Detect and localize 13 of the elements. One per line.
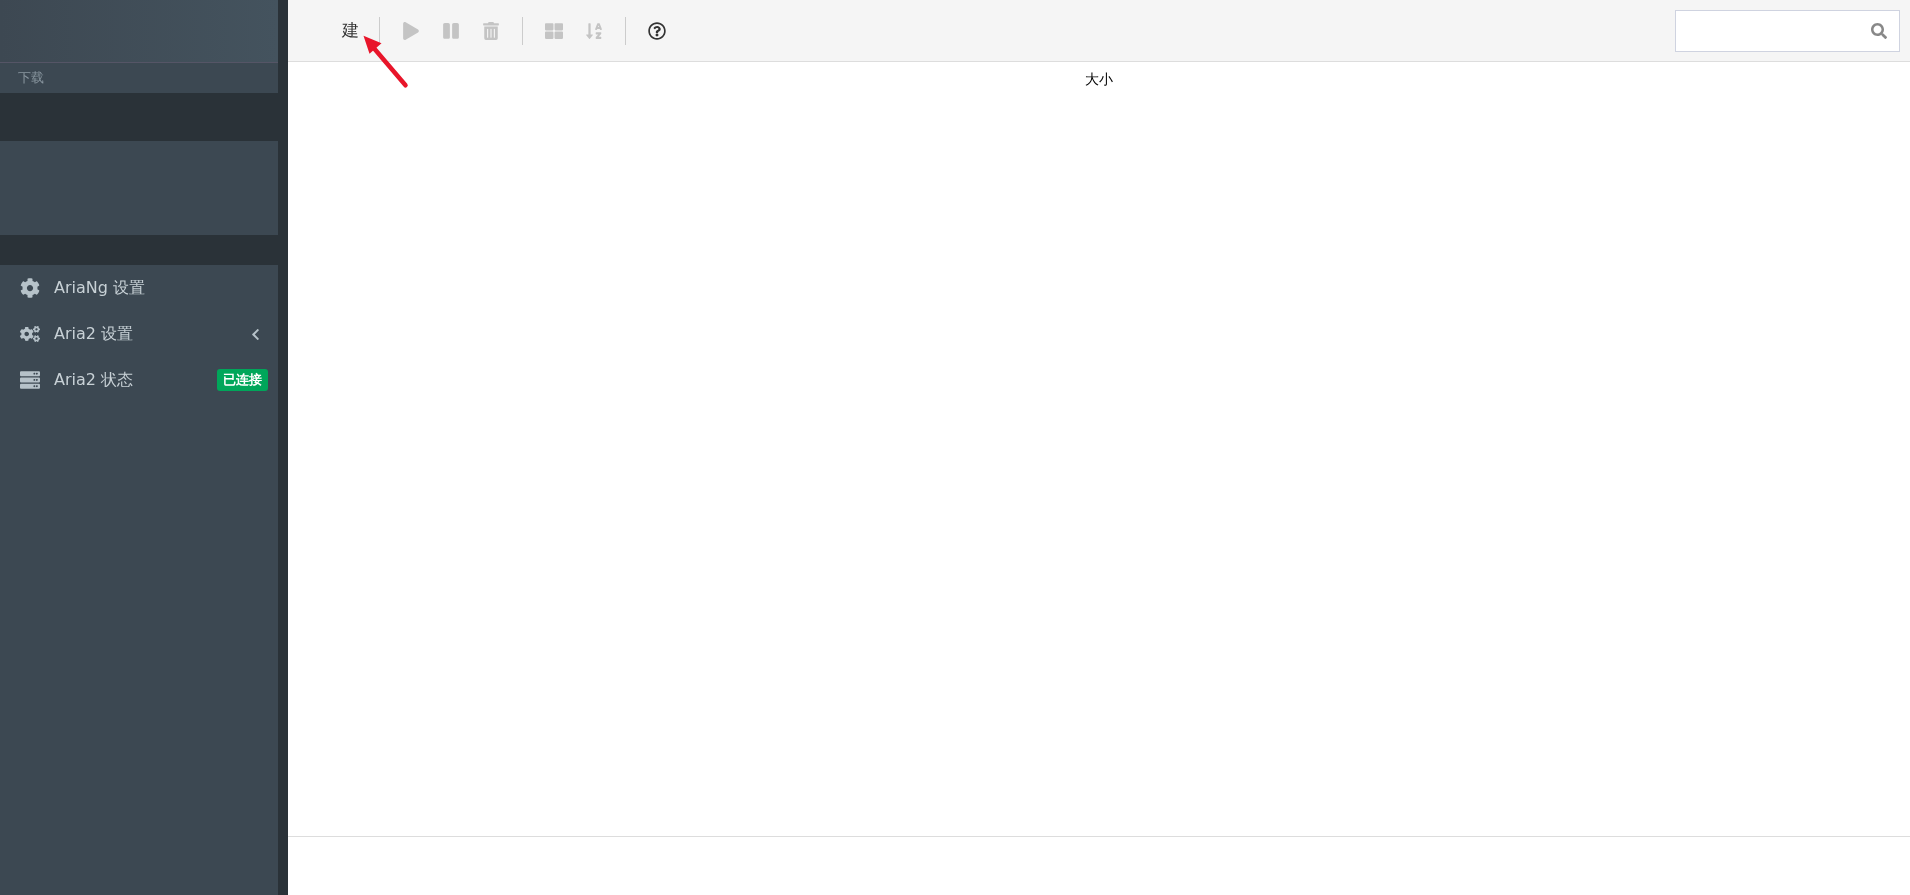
annotation-arrow — [362, 34, 410, 90]
section-title: 下载 — [17, 69, 45, 87]
column-header[interactable]: 大小 — [1085, 71, 1113, 101]
new-button[interactable]: 建 — [298, 15, 365, 46]
gears-icon — [20, 324, 42, 344]
sidebar-item[interactable]: Aria2 设置 — [0, 311, 278, 357]
settings-icon — [20, 278, 42, 298]
status-badge: 已连接 — [217, 369, 268, 391]
sidebar-item[interactable]: Aria2 状态 已连接 — [0, 357, 278, 403]
server-icon — [20, 370, 42, 390]
sidebar-item[interactable]: AriaNg 设置 — [0, 265, 278, 311]
search-icon — [1871, 22, 1887, 39]
search-field[interactable] — [1675, 9, 1900, 52]
